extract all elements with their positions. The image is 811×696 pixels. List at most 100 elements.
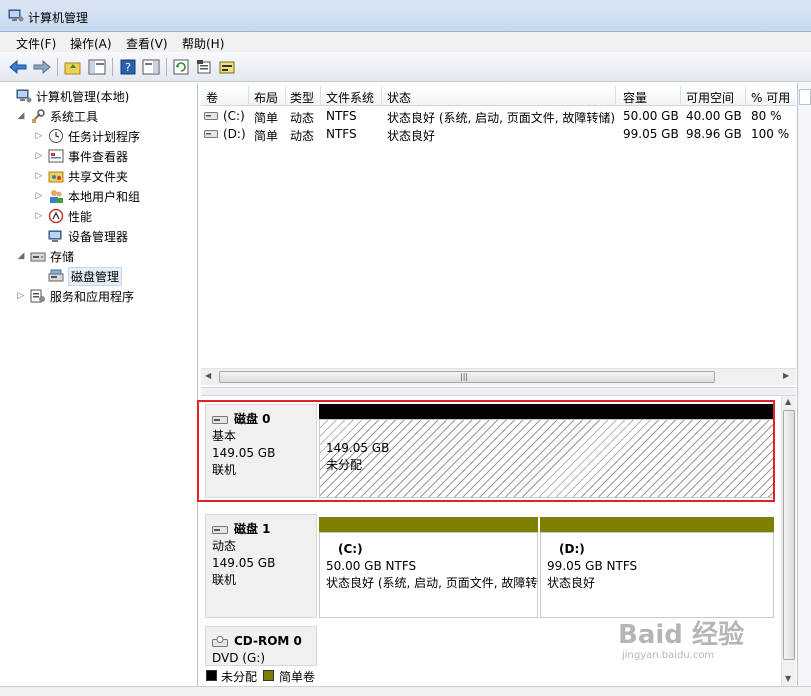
scrollbar-thumb[interactable] [783,410,795,660]
legend-simple-swatch [263,670,274,681]
col-layout[interactable]: 布局 [251,89,278,106]
disk-type: 动态 [212,539,237,553]
menu-view[interactable]: 查看(V) [126,35,168,52]
tree-item-services-apps[interactable]: ▷ 服务和应用程序 [16,287,134,305]
shared-folder-icon [48,171,64,183]
volume-capacity: 50.00 GB [623,109,679,123]
scroll-up-icon[interactable]: ▲ [785,397,791,406]
disk-state: 联机 [212,573,237,587]
scroll-left-icon[interactable]: ◀ [205,371,211,380]
col-status[interactable]: 状态 [384,89,411,106]
drive-icon [204,112,218,120]
partition-letter: (C:) [338,542,363,556]
legend-unallocated-label: 未分配 [221,670,258,684]
partition-size: 149.05 GB [326,441,390,455]
col-percent-free[interactable]: % 可用 [748,89,790,106]
cdrom-detail: DVD (G:) [212,651,265,665]
partition-size-fs: 99.05 GB NTFS [547,559,638,573]
menu-bar: 文件(F) 操作(A) 查看(V) 帮助(H) [0,32,811,52]
disk-name: 磁盘 0 [234,412,271,426]
watermark-url: jingyan.baidu.com [622,650,715,661]
vertical-scrollbar[interactable]: ▲ ▼ [781,396,796,686]
horizontal-scrollbar[interactable]: ◀ ||| ▶ [201,368,796,385]
volume-layout: 简单 [254,129,279,143]
cdrom-0-label[interactable]: CD-ROM 0 DVD (G:) [205,626,317,666]
tree-item-disk-management[interactable]: 磁盘管理 [48,266,123,286]
expand-arrow-icon[interactable]: ▷ [34,171,44,181]
tree-item-device-manager[interactable]: 设备管理器 [48,227,128,245]
menu-action[interactable]: 操作(A) [70,35,112,52]
show-hide-tree-icon[interactable] [87,57,107,77]
cdrom-name: CD-ROM 0 [234,634,302,648]
performance-icon [48,208,64,224]
svg-text:?: ? [125,61,131,74]
tree-item-event-viewer[interactable]: ▷ 事件查看器 [34,147,128,165]
tree-item-system-tools[interactable]: ◢ 系统工具 [16,107,98,125]
partition-c[interactable]: (C:) 50.00 GB NTFS 状态良好 (系统, 启动, 页面文件, 故… [319,532,538,618]
tree-item-shared-folders[interactable]: ▷ 共享文件夹 [34,167,128,185]
tree-label: 计算机管理(本地) [36,89,130,104]
simple-volume-bar [540,517,774,532]
menu-help[interactable]: 帮助(H) [182,35,224,52]
menu-file[interactable]: 文件(F) [16,35,56,52]
disk-1-label[interactable]: 磁盘 1 动态 149.05 GB 联机 [205,514,317,618]
tree-label: 任务计划程序 [68,129,141,144]
col-volume[interactable]: 卷 [203,89,218,106]
volume-list: 卷 布局 类型 文件系统 状态 容量 可用空间 % 可用 (C:) 简单 动态 … [201,86,796,386]
tree-label: 本地用户和组 [68,189,141,204]
disk-0-unallocated-partition[interactable]: 149.05 GB 未分配 [319,419,774,498]
toolbar: ? [0,52,811,82]
expand-arrow-icon[interactable]: ▷ [34,211,44,221]
expand-arrow-icon[interactable]: ▷ [16,291,26,301]
computer-management-icon [16,89,32,103]
tree-item-storage[interactable]: ◢ 存储 [16,247,74,265]
disk-size: 149.05 GB [212,446,276,460]
partition-letter: (D:) [559,542,585,556]
show-hide-action-icon[interactable] [141,57,161,77]
tools-icon [32,109,45,123]
back-icon[interactable] [8,57,28,77]
help-icon[interactable]: ? [118,57,138,77]
refresh-icon[interactable] [171,57,191,77]
col-capacity[interactable]: 容量 [620,89,647,106]
scroll-right-icon[interactable]: ▶ [783,371,789,380]
disk-icon[interactable] [217,57,237,77]
col-free-space[interactable]: 可用空间 [683,89,734,106]
volume-type: 动态 [290,129,315,143]
collapse-arrow-icon[interactable]: ◢ [16,111,26,121]
tree-item-task-scheduler[interactable]: ▷ 任务计划程序 [34,127,140,145]
tree-item-performance[interactable]: ▷ 性能 [34,207,92,225]
up-folder-icon[interactable] [63,57,83,77]
col-type[interactable]: 类型 [287,89,314,106]
unallocated-bar [319,404,774,419]
volume-fs: NTFS [326,127,357,141]
expand-arrow-icon[interactable]: ▷ [34,131,44,141]
pane-splitter[interactable] [201,387,796,396]
disk-0-label[interactable]: 磁盘 0 基本 149.05 GB 联机 [205,404,317,498]
volume-row[interactable]: (C:) 简单 动态 NTFS 状态良好 (系统, 启动, 页面文件, 故障转储… [201,107,796,125]
volume-row[interactable]: (D:) 简单 动态 NTFS 状态良好 99.05 GB 98.96 GB 1… [201,125,796,143]
tree-label: 事件查看器 [68,149,129,164]
collapse-arrow-icon[interactable]: ◢ [16,251,26,261]
drive-icon [204,130,218,138]
properties-icon[interactable] [194,57,214,77]
volume-list-header: 卷 布局 类型 文件系统 状态 容量 可用空间 % 可用 [201,86,796,106]
tree-item-local-users[interactable]: ▷ 本地用户和组 [34,187,140,205]
volume-free: 40.00 GB [686,109,742,123]
forward-icon[interactable] [32,57,52,77]
status-bar [0,686,811,696]
expand-arrow-icon[interactable]: ▷ [34,151,44,161]
scroll-down-icon[interactable]: ▼ [785,674,791,683]
action-pane-tab[interactable] [799,89,811,105]
expand-arrow-icon[interactable]: ▷ [34,191,44,201]
volume-name: (C:) [223,109,245,123]
tree-item-root[interactable]: 计算机管理(本地) [2,87,129,105]
partition-status: 状态良好 (系统, 启动, 页面文件, 故障转储) [326,576,538,590]
legend: 未分配 简单卷 [201,666,781,686]
partition-d[interactable]: (D:) 99.05 GB NTFS 状态良好 [540,532,774,618]
services-icon [30,289,45,303]
scrollbar-thumb[interactable]: ||| [219,371,715,383]
col-filesystem[interactable]: 文件系统 [323,89,374,106]
tree-label: 共享文件夹 [68,169,129,184]
window-title: 计算机管理 [28,11,89,25]
